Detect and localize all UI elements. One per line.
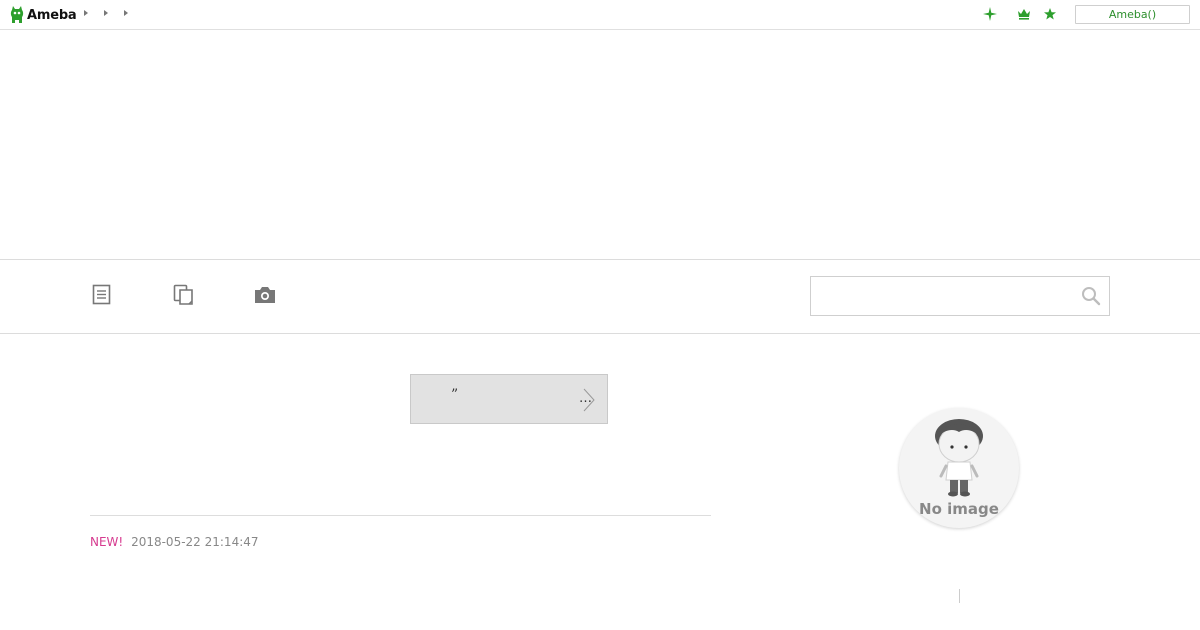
breadcrumb-arrow-icon[interactable] (104, 10, 108, 16)
entry-timestamp: 2018-05-22 21:14:47 (131, 535, 259, 549)
global-header: Ameba Ameba() (0, 0, 1200, 30)
article-list-icon[interactable] (92, 284, 112, 310)
ameba-logo[interactable]: Ameba (10, 5, 77, 25)
star-icon[interactable] (1042, 6, 1058, 22)
breadcrumb-arrow-icon[interactable] (124, 10, 128, 16)
entry-meta: NEW! 2018-05-22 21:14:47 (90, 535, 259, 549)
header-icon-group (982, 6, 1058, 22)
camera-icon[interactable] (253, 284, 277, 310)
notice-banner[interactable]: ” … (410, 374, 608, 424)
breadcrumb-arrow-icon[interactable] (84, 10, 88, 16)
avatar[interactable]: No image (899, 408, 1019, 528)
breadcrumb (84, 10, 144, 16)
chevron-right-icon (583, 388, 595, 412)
logo-text: Ameba (27, 7, 77, 23)
sidebar-separator (959, 589, 960, 603)
blog-search (810, 276, 1110, 316)
no-image-label: No image (919, 500, 999, 518)
notice-quote-mark: ” (451, 387, 459, 403)
search-input[interactable] (811, 277, 1091, 315)
search-icon[interactable] (1081, 286, 1101, 306)
ameba-login-button[interactable]: Ameba() (1075, 5, 1190, 24)
blog-toolbar (0, 259, 1200, 334)
copy-pages-icon[interactable] (173, 284, 195, 310)
ameba-mascot-icon (10, 6, 24, 23)
sparkle-icon[interactable] (982, 6, 998, 22)
new-badge: NEW! (90, 535, 124, 549)
crown-icon[interactable] (1016, 6, 1032, 22)
entry-divider (90, 515, 711, 516)
